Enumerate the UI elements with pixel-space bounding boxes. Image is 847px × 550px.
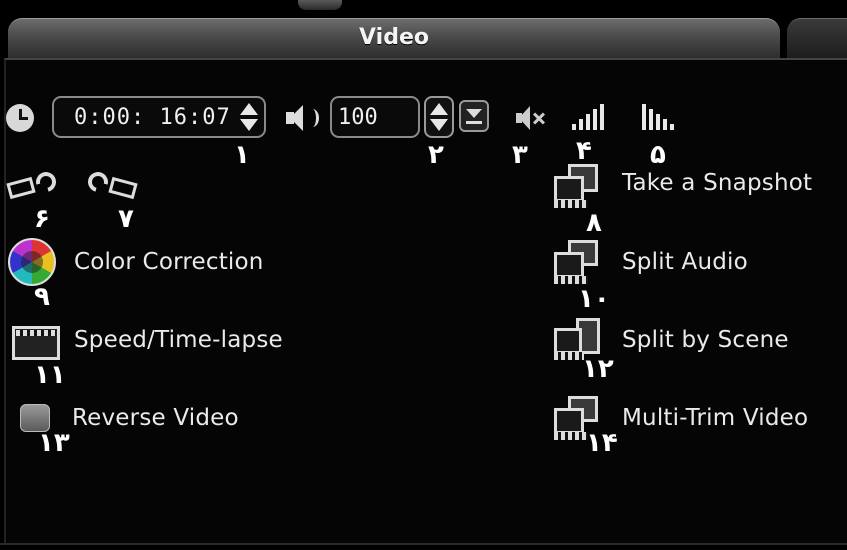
marker-3: ٣ <box>512 140 528 170</box>
marker-2: ٢ <box>428 140 444 170</box>
marker-1: ١ <box>234 140 250 170</box>
dropdown-arrow-icon <box>466 109 482 118</box>
tab-video-label: Video <box>359 25 429 50</box>
chevron-up-icon[interactable] <box>430 103 448 115</box>
marker-11: ١١ <box>34 360 66 390</box>
marker-8: ٨ <box>586 208 602 238</box>
marker-10: ١٠ <box>578 284 610 314</box>
color-wheel-icon[interactable] <box>8 238 56 286</box>
speaker-icon <box>282 103 322 133</box>
volume-dropdown-button[interactable] <box>459 100 489 132</box>
volume-spinner[interactable] <box>424 96 454 138</box>
volume-spinner-arrows[interactable] <box>428 100 450 134</box>
duration-spinner[interactable] <box>238 100 260 134</box>
window-notch <box>298 0 342 10</box>
volume-value: 100 <box>338 105 378 130</box>
marker-12: ١٢ <box>582 354 614 384</box>
marker-4: ۴ <box>576 136 592 166</box>
bottom-divider <box>0 543 847 545</box>
marker-13: ١٣ <box>38 428 70 458</box>
multi-trim-video-button[interactable]: Multi-Trim Video <box>622 405 808 431</box>
rotate-right-icon[interactable] <box>84 166 140 206</box>
speed-icon[interactable] <box>12 320 60 362</box>
marker-9: ٩ <box>34 282 50 312</box>
split-by-scene-button[interactable]: Split by Scene <box>622 327 789 353</box>
split-audio-icon[interactable] <box>554 240 600 284</box>
marker-7: ٧ <box>118 204 134 234</box>
reverse-video-label[interactable]: Reverse Video <box>72 405 239 431</box>
speed-time-lapse-button[interactable]: Speed/Time-lapse <box>74 327 283 353</box>
fade-out-icon[interactable] <box>640 104 680 130</box>
volume-field[interactable]: 100 <box>330 96 420 138</box>
tab-video[interactable]: Video <box>8 18 780 59</box>
clock-icon <box>6 104 34 132</box>
marker-6: ۶ <box>34 204 50 234</box>
duration-timecode-field[interactable]: 0:00: 16:07 <box>52 96 266 138</box>
rotate-left-icon[interactable] <box>6 166 62 206</box>
chevron-up-icon[interactable] <box>240 103 258 115</box>
color-correction-button[interactable]: Color Correction <box>74 249 264 275</box>
tab-next[interactable] <box>787 18 847 59</box>
fade-in-icon[interactable] <box>570 104 610 130</box>
marker-14: ١۴ <box>586 428 618 458</box>
marker-5: ۵ <box>650 140 666 170</box>
mute-icon[interactable] <box>514 103 546 133</box>
split-audio-button[interactable]: Split Audio <box>622 249 748 275</box>
chevron-down-icon[interactable] <box>240 119 258 131</box>
snapshot-icon[interactable] <box>554 164 600 208</box>
chevron-down-icon[interactable] <box>430 119 448 131</box>
top-edge <box>0 0 847 12</box>
duration-timecode-value: 0:00: 16:07 <box>74 105 231 130</box>
take-snapshot-button[interactable]: Take a Snapshot <box>622 170 812 196</box>
